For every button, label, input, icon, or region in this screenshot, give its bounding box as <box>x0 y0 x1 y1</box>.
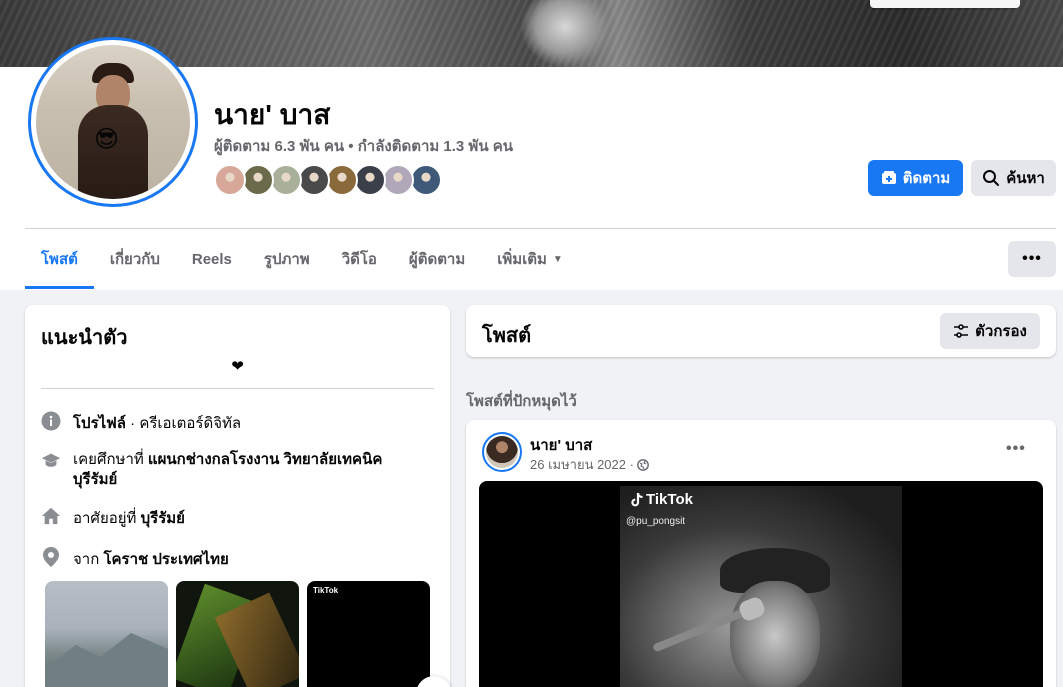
intro-card: แนะนำตัว ❤ โปรไฟล์ · ครีเอเตอร์ดิจิทัล เ… <box>25 305 450 687</box>
tab-about[interactable]: เกี่ยวกับ <box>94 229 176 289</box>
sunglasses-emoji-icon: 😎 <box>94 126 120 153</box>
tiktok-logo: TikTok <box>630 491 693 508</box>
follower-avatar[interactable] <box>382 164 414 196</box>
filter-label: ตัวกรอง <box>975 323 1027 340</box>
profile-avatar[interactable]: 😎 <box>28 37 198 207</box>
pinned-post: นาย' บาส 26 เมษายน 2022 · ••• TikTok @pu… <box>466 420 1056 687</box>
intro-title: แนะนำตัว <box>41 327 128 349</box>
posts-title: โพสต์ <box>482 325 532 347</box>
follower-avatars[interactable] <box>214 164 442 196</box>
follow-button[interactable]: ติดตาม <box>868 160 963 196</box>
tiktok-watermark: TikTok <box>313 586 339 595</box>
info-row-education: เคยศึกษาที่ แผนกช่างกลโรงงาน วิทยาลัยเทค… <box>41 450 382 490</box>
follower-avatar[interactable] <box>326 164 358 196</box>
search-icon <box>983 170 1000 186</box>
profile-header: 😎 นาย' บาส ผู้ติดตาม 6.3 พัน คน • กำลังต… <box>0 0 1063 290</box>
pinned-posts-label: โพสต์ที่ปักหมุดไว้ <box>466 393 577 410</box>
home-icon <box>41 506 61 526</box>
follower-avatar[interactable] <box>354 164 386 196</box>
filter-button[interactable]: ตัวกรอง <box>940 313 1040 349</box>
tab-more[interactable]: เพิ่มเติม ▼ <box>481 229 579 289</box>
follow-icon <box>881 171 896 184</box>
location-pin-icon <box>41 547 61 567</box>
intro-divider <box>41 388 434 389</box>
graduation-cap-icon <box>41 450 61 470</box>
post-date[interactable]: 26 เมษายน 2022 · <box>530 454 649 475</box>
video-frame: TikTok @pu_pongsit <box>620 486 902 687</box>
follower-avatar[interactable] <box>410 164 442 196</box>
posts-header: โพสต์ ตัวกรอง <box>466 305 1056 357</box>
intro-photos: TikTok <box>45 581 430 687</box>
post-author-avatar[interactable] <box>482 432 522 472</box>
tab-videos[interactable]: วิดีโอ <box>326 229 393 289</box>
info-icon <box>41 411 61 431</box>
photo-leaves[interactable] <box>176 581 299 687</box>
follower-stats[interactable]: ผู้ติดตาม 6.3 พัน คน • กำลังติดตาม 1.3 พ… <box>214 134 513 158</box>
more-options-button[interactable]: ••• <box>1008 241 1056 277</box>
profile-name: นาย' บาส <box>214 99 331 130</box>
follower-avatar[interactable] <box>214 164 246 196</box>
tab-posts[interactable]: โพสต์ <box>25 229 94 289</box>
tab-photos[interactable]: รูปภาพ <box>248 229 326 289</box>
follower-avatar[interactable] <box>242 164 274 196</box>
info-row-lives-in: อาศัยอยู่ที่ บุรีรัมย์ <box>41 506 185 530</box>
photo-tiktok[interactable]: TikTok <box>307 581 430 687</box>
post-options-button[interactable]: ••• <box>1006 440 1026 458</box>
follower-avatar[interactable] <box>298 164 330 196</box>
search-button[interactable]: ค้นหา <box>971 160 1056 196</box>
follow-label: ติดตาม <box>902 170 951 187</box>
tiktok-username: @pu_pongsit <box>626 516 686 527</box>
profile-tabs: โพสต์ เกี่ยวกับ Reels รูปภาพ วิดีโอ ผู้ต… <box>25 229 579 289</box>
info-row-from: จาก โคราช ประเทศไทย <box>41 547 229 571</box>
search-label: ค้นหา <box>1006 170 1045 187</box>
follower-avatar[interactable] <box>270 164 302 196</box>
intro-bio: ❤ <box>231 358 244 375</box>
caret-down-icon: ▼ <box>552 253 563 265</box>
globe-icon <box>637 458 649 471</box>
photo-mountain[interactable] <box>45 581 168 687</box>
filter-icon <box>954 324 969 338</box>
tab-followers[interactable]: ผู้ติดตาม <box>393 229 481 289</box>
info-row-profile: โปรไฟล์ · ครีเอเตอร์ดิจิทัล <box>41 411 241 435</box>
tiktok-note-icon <box>631 492 643 506</box>
tab-reels[interactable]: Reels <box>176 229 248 289</box>
post-video[interactable]: TikTok @pu_pongsit <box>479 481 1043 687</box>
